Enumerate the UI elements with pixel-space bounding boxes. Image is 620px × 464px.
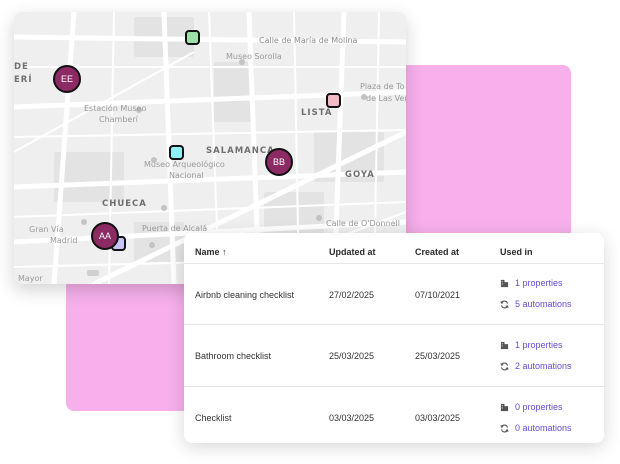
map-label-district: CHUECA: [102, 199, 147, 209]
building-icon: [500, 403, 509, 411]
row-properties-label: 1 properties: [515, 278, 563, 288]
row-name: Checklist: [195, 413, 232, 423]
map-label-street: Gran Vía: [29, 225, 64, 234]
map-label-poi: Chamberí: [99, 115, 138, 124]
row-automations-label: 5 automations: [515, 299, 572, 309]
row-automations-link[interactable]: 5 automations: [500, 299, 572, 309]
map-marker-aa[interactable]: AA: [91, 222, 119, 250]
map-label-street: Calle de O'Donnell: [326, 219, 400, 228]
map-marker-green[interactable]: [185, 30, 200, 45]
row-properties-link[interactable]: 1 properties: [500, 278, 563, 288]
map-label-street: Madrid: [50, 236, 78, 245]
row-created: 03/03/2025: [415, 413, 461, 423]
map-label-district: GOYA: [345, 170, 375, 180]
row-properties-link[interactable]: 1 properties: [500, 340, 563, 350]
row-updated: 27/02/2025: [329, 290, 375, 300]
map-label-street: Mayor: [18, 274, 43, 283]
refresh-icon: [500, 300, 509, 308]
map-label-district: LISTA: [301, 108, 333, 118]
map-label-poi: Puerta de Alcalá: [142, 224, 208, 233]
column-header-used: Used in: [500, 247, 533, 257]
row-properties-label: 0 properties: [515, 402, 563, 412]
column-header-name[interactable]: Name ↑: [195, 247, 227, 257]
map-label-street: Calle de María de Molina: [259, 36, 358, 45]
row-name: Airbnb cleaning checklist: [195, 290, 295, 300]
row-created: 25/03/2025: [415, 351, 461, 361]
map-label-poi: Nacional: [169, 171, 204, 180]
row-automations-link[interactable]: 0 automations: [500, 423, 572, 433]
map-label-district: SALAMANCA: [206, 146, 275, 156]
row-automations-label: 0 automations: [515, 423, 572, 433]
map-marker-pink[interactable]: [326, 93, 341, 108]
map-marker-ee[interactable]: EE: [53, 65, 81, 93]
row-properties-link[interactable]: 0 properties: [500, 402, 563, 412]
map-label-poi: de Las Ver: [366, 94, 406, 103]
checklists-table: Name ↑ Updated at Created at Used in Air…: [184, 233, 604, 443]
row-divider: [184, 324, 604, 325]
row-divider: [184, 386, 604, 387]
refresh-icon: [500, 424, 509, 432]
map-label-poi: Museo Sorolla: [226, 52, 282, 61]
row-automations-label: 2 automations: [515, 361, 572, 371]
row-updated: 25/03/2025: [329, 351, 375, 361]
row-name: Bathroom checklist: [195, 351, 272, 361]
building-icon: [500, 279, 509, 287]
map-label-poi: Museo Arqueológico: [144, 160, 225, 169]
column-header-created[interactable]: Created at: [415, 247, 459, 257]
map-marker-bb[interactable]: BB: [265, 148, 293, 176]
map-label-district: DE: [14, 62, 29, 72]
row-created: 07/10/2021: [415, 290, 461, 300]
map-label-district: ERÍ: [14, 75, 33, 85]
map-label-poi: Plaza de To: [360, 82, 405, 91]
column-header-updated[interactable]: Updated at: [329, 247, 376, 257]
header-divider: [184, 263, 604, 264]
refresh-icon: [500, 362, 509, 370]
map-marker-cyan[interactable]: [169, 145, 184, 160]
building-icon: [500, 341, 509, 349]
row-updated: 03/03/2025: [329, 413, 375, 423]
map-label-poi: Estación Museo: [84, 104, 147, 113]
row-automations-link[interactable]: 2 automations: [500, 361, 572, 371]
row-properties-label: 1 properties: [515, 340, 563, 350]
